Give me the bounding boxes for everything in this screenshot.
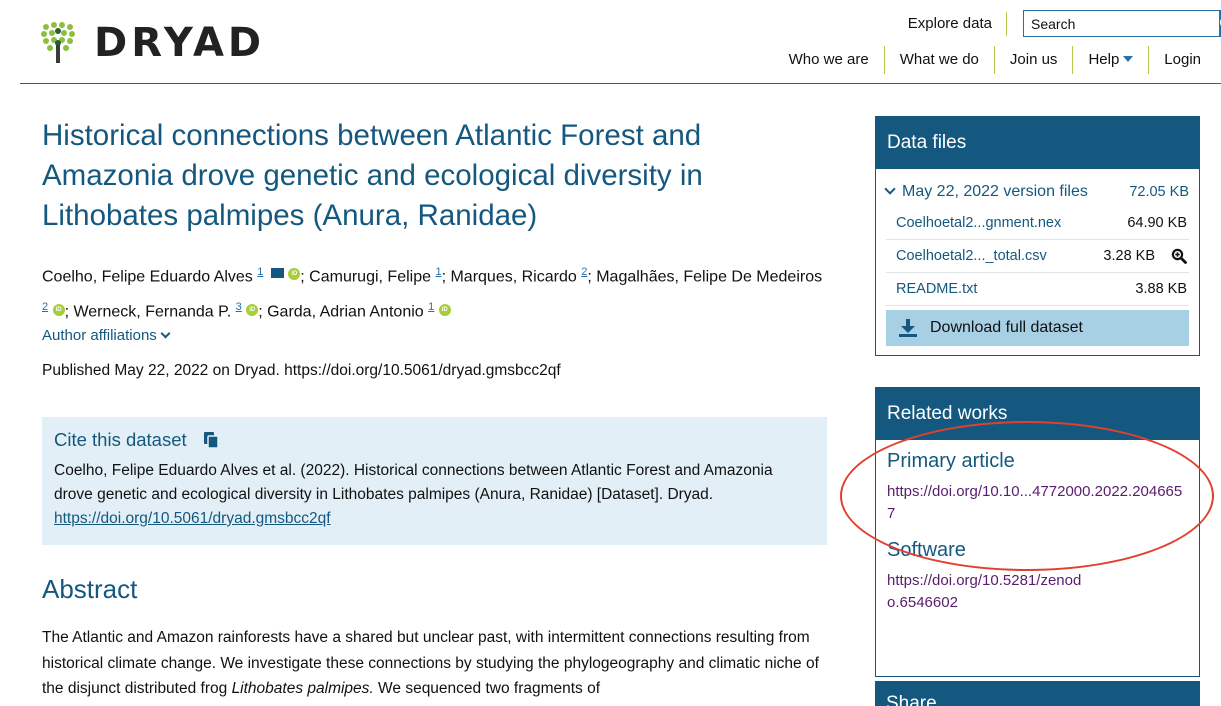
nav-who-we-are[interactable]: Who we are — [774, 46, 884, 74]
software-link[interactable]: https://doi.org/10.5281/zenodo.6546602 — [887, 570, 1087, 614]
author-name: Garda, Adrian Antonio — [267, 303, 424, 321]
author-name: Coelho, Felipe Eduardo Alves — [42, 268, 253, 286]
file-size: 3.88 KB — [1135, 281, 1187, 297]
file-row: Coelhoetal2...gnment.nex 64.90 KB — [886, 207, 1189, 240]
nav-what-we-do[interactable]: What we do — [883, 46, 994, 74]
version-toggle[interactable]: May 22, 2022 version files 72.05 KB — [884, 177, 1189, 207]
caret-down-icon — [1123, 56, 1134, 62]
dryad-logo[interactable]: DRYAD — [40, 18, 265, 66]
file-link[interactable]: README.txt — [886, 281, 1135, 297]
orcid-icon[interactable]: iD — [288, 268, 301, 281]
version-size: 72.05 KB — [1129, 184, 1189, 200]
orcid-icon[interactable]: iD — [438, 303, 451, 316]
file-link[interactable]: Coelhoetal2...gnment.nex — [886, 215, 1127, 231]
data-files-heading: Data files — [876, 117, 1199, 169]
download-dataset-button[interactable]: Download full dataset — [886, 310, 1189, 346]
main-nav: Who we are What we do Join us Help Login — [774, 46, 1201, 74]
header-divider — [20, 83, 1221, 84]
orcid-icon[interactable]: iD — [246, 303, 259, 316]
page-title: Historical connections between Atlantic … — [42, 119, 703, 232]
logo-wordmark: DRYAD — [94, 20, 266, 66]
nav-join-us[interactable]: Join us — [993, 46, 1073, 74]
author-name: Camurugi, Felipe — [309, 268, 431, 286]
tree-logo-icon — [41, 22, 75, 63]
download-label: Download full dataset — [930, 319, 1083, 336]
affiliation-ref[interactable]: 2 — [581, 266, 587, 278]
citation-doi-link[interactable]: https://doi.org/10.5061/dryad.gmsbcc2qf — [54, 510, 331, 527]
abstract-text: The Atlantic and Amazon rainforests have… — [42, 625, 832, 702]
file-link[interactable]: Coelhoetal2..._total.csv — [886, 248, 1103, 264]
author-name: Werneck, Fernanda P. — [73, 303, 232, 321]
chevron-down-icon — [160, 328, 171, 339]
citation-text: Coelho, Felipe Eduardo Alves et al. (202… — [54, 459, 815, 531]
data-files-panel: Data files May 22, 2022 version files 72… — [875, 116, 1200, 356]
species-name: Lithobates palmipes. — [231, 680, 374, 697]
version-label: May 22, 2022 version files — [902, 183, 1088, 200]
nav-help-label: Help — [1088, 51, 1120, 68]
nav-login[interactable]: Login — [1148, 46, 1201, 74]
cite-box: Cite this dataset Coelho, Felipe Eduardo… — [42, 417, 827, 545]
author-list: Coelho, Felipe Eduardo Alves 1 iD; Camur… — [42, 266, 823, 321]
affiliation-ref[interactable]: 1 — [428, 301, 434, 313]
affiliation-ref[interactable]: 2 — [42, 301, 48, 313]
author-name: Marques, Ricardo — [450, 268, 577, 286]
affiliations-label: Author affiliations — [42, 327, 157, 344]
download-icon — [899, 319, 917, 337]
affiliation-ref[interactable]: 1 — [257, 266, 263, 278]
search-input[interactable] — [1024, 11, 1219, 36]
email-icon[interactable] — [270, 268, 284, 279]
nav-help[interactable]: Help — [1072, 46, 1148, 74]
search-form — [1023, 10, 1221, 37]
explore-data-link[interactable]: Explore data — [908, 11, 1007, 36]
copy-icon[interactable] — [201, 430, 221, 450]
cite-heading: Cite this dataset — [54, 429, 815, 451]
published-line: Published May 22, 2022 on Dryad. https:/… — [42, 362, 561, 379]
preview-zoom-icon[interactable] — [1171, 248, 1187, 264]
citation-body: Coelho, Felipe Eduardo Alves et al. (202… — [54, 462, 773, 503]
file-row: README.txt 3.88 KB — [886, 273, 1189, 306]
affiliation-ref[interactable]: 1 — [435, 266, 441, 278]
top-utility-bar: Explore data — [908, 10, 1221, 37]
abstract-text-part: We sequenced two fragments of — [373, 680, 601, 697]
abstract-heading: Abstract — [42, 574, 138, 604]
annotation-circle — [840, 421, 1214, 571]
author-affiliations-toggle[interactable]: Author affiliations — [42, 327, 171, 344]
file-size: 64.90 KB — [1127, 215, 1187, 231]
author-name: Magalhães, Felipe De Medeiros — [596, 268, 823, 286]
share-panel-heading: Share — [875, 681, 1200, 706]
orcid-icon[interactable]: iD — [52, 303, 65, 316]
file-row: Coelhoetal2..._total.csv 3.28 KB — [886, 240, 1189, 273]
cite-heading-text: Cite this dataset — [54, 429, 187, 450]
chevron-down-icon — [884, 183, 896, 195]
file-size: 3.28 KB — [1103, 248, 1155, 264]
affiliation-ref[interactable]: 3 — [236, 301, 242, 313]
